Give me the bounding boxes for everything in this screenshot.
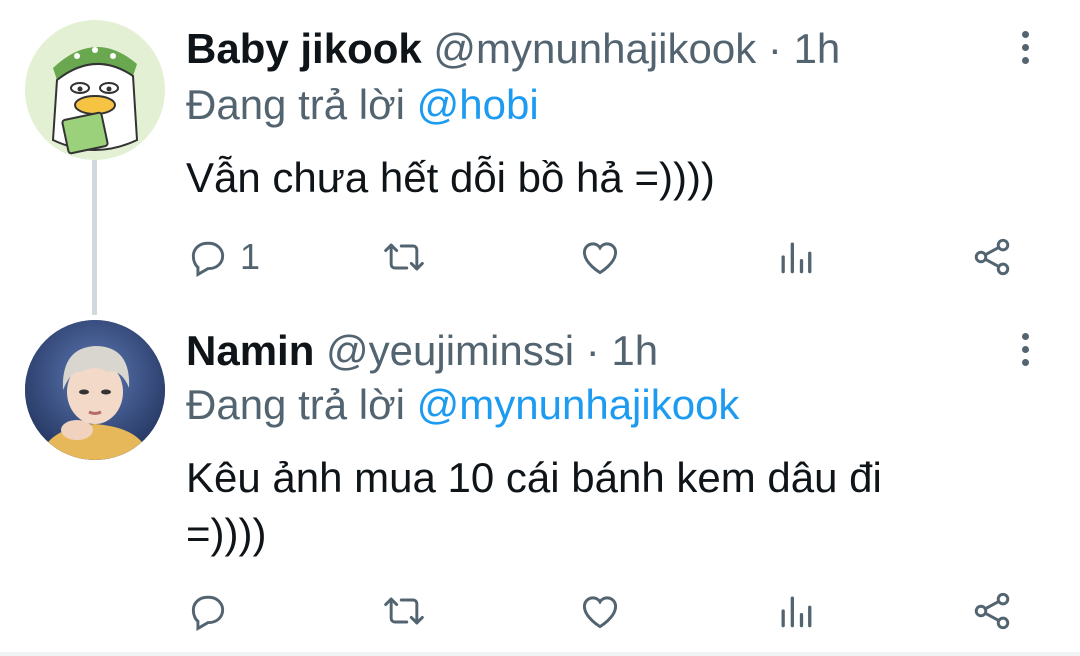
display-name[interactable]: Namin xyxy=(186,327,314,374)
more-options-icon xyxy=(1021,332,1029,340)
tweet-text-line: =)))) xyxy=(186,510,267,557)
tweet-actions xyxy=(0,586,1080,636)
retweet-icon xyxy=(384,243,424,271)
separator-dot: · xyxy=(585,327,600,374)
analytics-button[interactable] xyxy=(774,586,818,636)
tweet-text-line: Kêu ảnh mua 10 cái bánh kem dâu đi xyxy=(186,454,882,501)
share-icon xyxy=(974,238,1010,276)
more-options-button[interactable] xyxy=(1005,22,1045,72)
timestamp[interactable]: 1h xyxy=(611,327,658,374)
reply-icon xyxy=(191,241,225,277)
replying-to-mention[interactable]: @mynunhajikook xyxy=(417,381,740,428)
reply-icon xyxy=(191,595,225,631)
like-button[interactable] xyxy=(578,586,622,636)
more-options-button[interactable] xyxy=(1005,324,1045,374)
replying-label: Đang trả lời xyxy=(186,381,405,428)
divider xyxy=(0,652,1080,656)
user-handle[interactable]: @yeujiminssi xyxy=(326,327,574,374)
tweet-header: Baby jikook @mynunhajikook · 1h xyxy=(186,24,840,74)
retweet-button[interactable] xyxy=(382,586,426,636)
person-avatar-icon xyxy=(25,320,165,460)
avatar[interactable] xyxy=(25,320,165,460)
replying-to: Đang trả lời @mynunhajikook xyxy=(186,380,739,430)
share-icon xyxy=(974,592,1010,630)
display-name[interactable]: Baby jikook xyxy=(186,25,422,72)
tweet-2[interactable]: Namin @yeujiminssi · 1h Đang trả lời @my… xyxy=(0,310,1080,656)
retweet-icon xyxy=(384,597,424,625)
reply-button[interactable]: 1 xyxy=(186,232,260,282)
retweet-button[interactable] xyxy=(382,232,426,282)
analytics-icon xyxy=(781,596,812,628)
separator-dot: · xyxy=(767,25,782,72)
share-button[interactable] xyxy=(970,232,1014,282)
replying-to: Đang trả lời @hobi xyxy=(186,80,539,130)
avatar[interactable] xyxy=(25,20,165,160)
tweet-text: Kêu ảnh mua 10 cái bánh kem dâu đi =)))) xyxy=(186,450,1006,562)
tweet-text-line: Vẫn chưa hết dỗi bồ hả =)))) xyxy=(186,154,715,201)
timestamp[interactable]: 1h xyxy=(794,25,841,72)
reply-count: 1 xyxy=(240,236,261,277)
tweet-1[interactable]: Baby jikook @mynunhajikook · 1h Đang trả… xyxy=(0,0,1080,315)
like-button[interactable] xyxy=(578,232,622,282)
tweet-text: Vẫn chưa hết dỗi bồ hả =)))) xyxy=(186,150,1006,206)
replying-to-mention[interactable]: @hobi xyxy=(417,81,539,128)
more-options-icon xyxy=(1021,30,1029,38)
share-button[interactable] xyxy=(970,586,1014,636)
replying-label: Đang trả lời xyxy=(186,81,405,128)
tweet-header: Namin @yeujiminssi · 1h xyxy=(186,326,658,376)
user-handle[interactable]: @mynunhajikook xyxy=(433,25,756,72)
tweet-actions: 1 xyxy=(0,232,1080,282)
heart-icon xyxy=(582,242,618,275)
reply-button[interactable] xyxy=(186,586,230,636)
analytics-icon xyxy=(781,242,812,274)
heart-icon xyxy=(582,596,618,629)
duck-avatar-icon xyxy=(25,20,165,160)
analytics-button[interactable] xyxy=(774,232,818,282)
